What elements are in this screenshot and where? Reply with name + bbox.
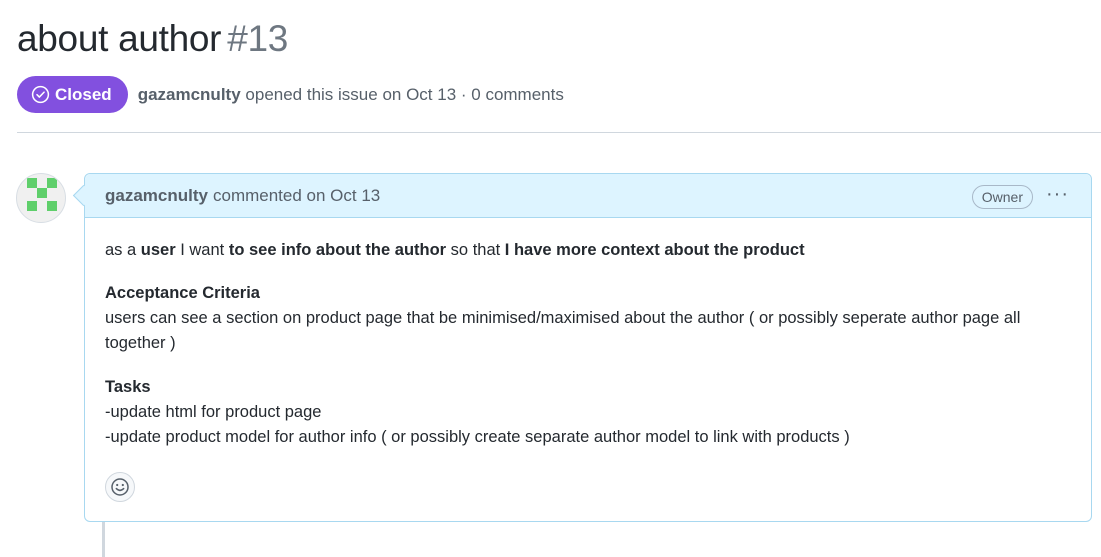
avatar-pixel [47,201,57,211]
story-text: so that [446,241,505,259]
state-badge: Closed [17,76,128,113]
issue-author-link[interactable]: gazamcnulty [138,85,241,104]
owner-badge: Owner [971,185,1033,209]
header-divider [17,132,1101,133]
story-text: as a [105,241,141,259]
issue-title: about author #13 [17,18,288,60]
tasks-heading: Tasks [105,378,151,396]
avatar-pixel [47,178,57,188]
task-item: -update html for product page [105,403,322,421]
kebab-horizontal-icon[interactable]: ··· [1046,184,1069,204]
story-bold: user [140,241,176,259]
avatar[interactable] [16,173,66,223]
story-text: I want [175,241,229,259]
smiley-icon [111,478,129,496]
tasks: Tasks -update html for product page -upd… [105,375,1071,450]
issue-meta: Closed gazamcnulty opened this issue on … [17,76,564,113]
check-circle-icon [31,85,50,104]
comment-author-link[interactable]: gazamcnulty [105,186,208,206]
issue-meta-text: gazamcnulty opened this issue on Oct 13 … [138,85,564,105]
comment-box: gazamcnulty commented on Oct 13 Owner ··… [84,173,1092,522]
comment-header: gazamcnulty commented on Oct 13 Owner ··… [85,174,1091,218]
task-item: -update product model for author info ( … [105,428,850,446]
comment-timestamp-link[interactable]: commented on Oct 13 [213,186,380,206]
issue-title-text: about author [17,18,222,59]
user-story: as a user I want to see info about the a… [105,238,1071,263]
comment-body: as a user I want to see info about the a… [85,218,1091,450]
state-label: Closed [55,84,112,104]
avatar-pixel [27,201,37,211]
timeline-line [102,521,105,557]
avatar-pixel [27,178,37,188]
add-reaction-button[interactable] [105,472,135,502]
acceptance-text: users can see a section on product page … [105,309,1021,352]
acceptance-heading: Acceptance Criteria [105,284,260,302]
acceptance-criteria: Acceptance Criteria users can see a sect… [105,281,1071,356]
story-bold: I have more context about the product [504,241,805,259]
issue-number: #13 [227,18,289,59]
avatar-pixel [37,188,47,198]
story-bold: to see info about the author [228,241,447,259]
issue-meta-suffix: opened this issue on Oct 13 · 0 comments [245,84,564,104]
